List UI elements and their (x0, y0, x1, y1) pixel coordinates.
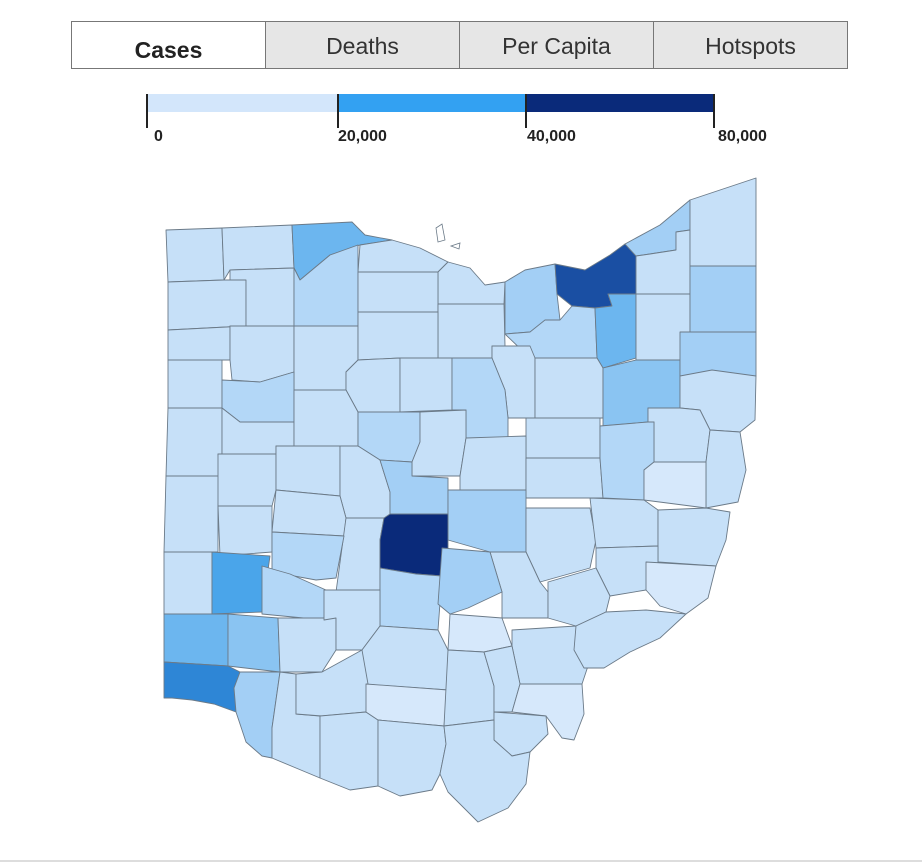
county-van-wert[interactable] (167, 359, 223, 409)
county-butler[interactable] (163, 613, 229, 667)
ohio-cases-page: Cases Deaths Per Capita Hotspots 0 20,00… (0, 0, 922, 864)
county-belmont[interactable] (657, 507, 731, 567)
county-warren[interactable] (227, 613, 281, 673)
county-knox[interactable] (459, 435, 527, 491)
county-harrison[interactable] (643, 461, 707, 509)
ohio-county-map (163, 177, 757, 823)
county-guernsey[interactable] (589, 497, 659, 549)
county-champaign[interactable] (271, 489, 347, 537)
county-washington[interactable] (573, 609, 687, 669)
county-jefferson[interactable] (705, 429, 747, 509)
county-scioto[interactable] (377, 719, 447, 797)
county-ottawa[interactable] (357, 239, 449, 273)
bottom-divider (0, 860, 922, 862)
county-logan[interactable] (275, 445, 341, 497)
county-putnam[interactable] (229, 325, 295, 383)
lake-island-1 (435, 223, 446, 243)
map-area (0, 0, 922, 864)
county-adams[interactable] (319, 711, 379, 791)
county-pickaway[interactable] (379, 567, 443, 631)
county-preble[interactable] (163, 551, 213, 615)
county-hardin[interactable] (293, 389, 359, 447)
lake-island-2 (449, 242, 461, 250)
county-crawford[interactable] (399, 357, 453, 413)
county-erie[interactable] (437, 261, 506, 305)
county-coshocton[interactable] (525, 457, 604, 499)
county-ashtabula[interactable] (689, 177, 757, 267)
county-sandusky[interactable] (357, 271, 439, 313)
county-hamilton[interactable] (163, 661, 241, 713)
county-defiance[interactable] (167, 279, 247, 331)
county-williams[interactable] (165, 227, 225, 283)
county-shelby[interactable] (217, 453, 277, 507)
county-montgomery[interactable] (211, 551, 271, 615)
county-monroe[interactable] (645, 561, 717, 615)
county-carroll[interactable] (647, 407, 711, 463)
county-morrow[interactable] (411, 409, 467, 477)
county-mahoning[interactable] (679, 331, 757, 377)
county-licking[interactable] (447, 489, 527, 553)
county-ross[interactable] (361, 625, 449, 691)
county-hocking[interactable] (447, 613, 513, 653)
county-darke[interactable] (163, 475, 223, 553)
county-wayne[interactable] (534, 357, 604, 419)
county-wyandot[interactable] (345, 357, 401, 413)
county-mercer[interactable] (165, 407, 223, 477)
county-franklin[interactable] (379, 513, 449, 577)
county-trumbull[interactable] (689, 265, 757, 333)
county-miami[interactable] (217, 505, 273, 557)
county-clinton[interactable] (277, 617, 337, 673)
county-seneca[interactable] (357, 311, 439, 361)
county-holmes[interactable] (525, 417, 601, 459)
